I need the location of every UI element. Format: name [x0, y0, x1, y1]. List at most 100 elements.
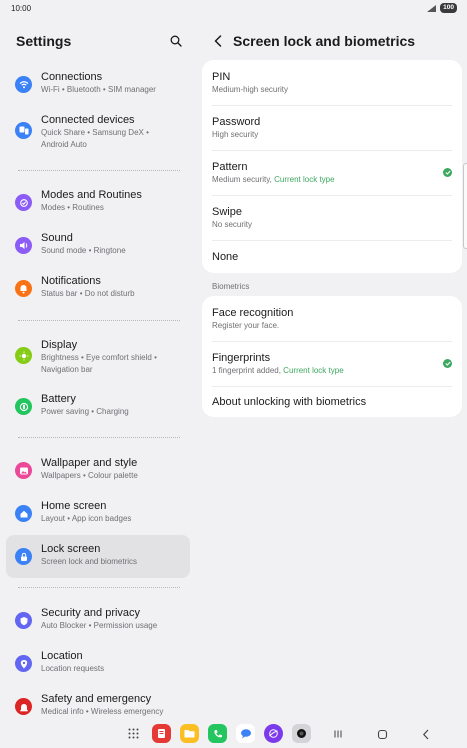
settings-item-sub: Navigation bar [41, 365, 93, 374]
detail-header: Screen lock and biometrics [211, 32, 415, 50]
settings-item-label: Notifications [41, 275, 101, 287]
settings-item-wallpaper[interactable]: Wallpaper and style Wallpapers • Colour … [6, 456, 190, 482]
settings-item-sub: Power saving • Charging [41, 407, 129, 416]
back-button[interactable] [211, 32, 225, 50]
lock-option-pin[interactable]: PIN Medium-high security [202, 60, 462, 105]
settings-item-sub: Auto Blocker • Permission usage [41, 621, 158, 630]
lock-icon [15, 548, 32, 565]
settings-item-sub: Wi-Fi • Bluetooth • SIM manager [41, 85, 156, 94]
bell-icon [15, 280, 32, 297]
detail-pane: Screen lock and biometrics PIN Medium-hi… [201, 20, 463, 720]
divider [18, 170, 180, 171]
my-files-icon[interactable] [180, 724, 199, 743]
messages-icon[interactable] [236, 724, 255, 743]
phone-icon[interactable] [208, 724, 227, 743]
biometric-fingerprints[interactable]: Fingerprints 1 fingerprint added, Curren… [202, 341, 462, 386]
settings-item-sub: Android Auto [41, 140, 87, 149]
search-button[interactable] [167, 32, 185, 50]
option-sub: Register your face. [212, 321, 280, 330]
option-label: None [212, 250, 239, 263]
edge-panel-handle[interactable] [463, 163, 467, 249]
internet-icon[interactable] [264, 724, 283, 743]
settings-item-connected-devices[interactable]: Connected devices Quick Share • Samsung … [6, 113, 190, 151]
taskbar [0, 720, 467, 748]
settings-item-lock-screen[interactable]: Lock screen Screen lock and biometrics [6, 535, 190, 578]
settings-pane: Settings Connections Wi-Fi • Bluetooth •… [0, 20, 197, 720]
settings-item-label: Connected devices [41, 114, 135, 126]
settings-item-label: Security and privacy [41, 607, 141, 619]
settings-item-sub: Location requests [41, 664, 105, 673]
settings-item-battery[interactable]: Battery Power saving • Charging [6, 392, 190, 418]
apps-grid-icon[interactable] [124, 724, 143, 743]
flip-notes-icon[interactable] [152, 724, 171, 743]
settings-item-label: Modes and Routines [41, 189, 142, 201]
settings-item-display[interactable]: Display Brightness • Eye comfort shield … [6, 338, 190, 376]
settings-item-modes-routines[interactable]: Modes and Routines Modes • Routines [6, 188, 190, 214]
battery-indicator: 100 [440, 3, 457, 13]
settings-item-label: Sound [41, 232, 73, 244]
option-label: Face recognition [212, 307, 294, 319]
settings-item-label: Location [41, 650, 83, 662]
biometrics-card: Face recognition Register your face. Fin… [202, 296, 462, 417]
option-sub: 1 fingerprint added, Current lock type [212, 365, 344, 376]
lock-option-pattern[interactable]: Pattern Medium security, Current lock ty… [202, 150, 462, 195]
sound-icon [15, 237, 32, 254]
settings-item-sound[interactable]: Sound Sound mode • Ringtone [6, 231, 190, 257]
settings-item-sub: Status bar • Do not disturb [41, 289, 135, 298]
settings-item-sub: Quick Share • Samsung DeX • [41, 128, 149, 137]
devices-icon [15, 122, 32, 139]
settings-item-sub: Layout • App icon badges [41, 514, 132, 523]
lock-option-swipe[interactable]: Swipe No security [202, 195, 462, 240]
settings-item-notifications[interactable]: Notifications Status bar • Do not distur… [6, 274, 190, 300]
settings-item-location[interactable]: Location Location requests [6, 649, 190, 675]
settings-item-label: Safety and emergency [41, 693, 152, 705]
settings-item-home-screen[interactable]: Home screen Layout • App icon badges [6, 499, 190, 525]
divider [18, 587, 180, 588]
option-label: Pattern [212, 161, 248, 173]
camera-icon[interactable] [292, 724, 311, 743]
current-lock-type-label: Current lock type [283, 366, 344, 375]
option-sub: No security [212, 220, 253, 229]
biometric-face-recognition[interactable]: Face recognition Register your face. [202, 296, 462, 341]
check-icon [443, 359, 452, 368]
emergency-icon [15, 698, 32, 715]
settings-item-security[interactable]: Security and privacy Auto Blocker • Perm… [6, 606, 190, 632]
settings-item-sub: Modes • Routines [41, 203, 104, 212]
settings-item-sub: Sound mode • Ringtone [41, 246, 126, 255]
lock-option-none[interactable]: None [202, 240, 462, 273]
sun-icon [15, 347, 32, 364]
settings-item-sub: Wallpapers • Colour palette [41, 471, 138, 480]
settings-item-label: Display [41, 339, 78, 351]
option-label: Password [212, 116, 261, 128]
recents-icon[interactable] [330, 726, 346, 742]
current-lock-type-label: Current lock type [274, 175, 335, 184]
back-nav-icon[interactable] [418, 726, 434, 742]
home-nav-icon[interactable] [374, 726, 390, 742]
status-bar: 10:00 100 [0, 0, 467, 16]
settings-item-connections[interactable]: Connections Wi-Fi • Bluetooth • SIM mana… [6, 70, 190, 96]
status-icons: 100 [427, 3, 457, 13]
settings-header: Settings [16, 32, 185, 50]
about-biometrics-link[interactable]: About unlocking with biometrics [202, 386, 462, 417]
option-sub: High security [212, 130, 259, 139]
home-icon [15, 505, 32, 522]
option-sub-text: Medium security, [212, 175, 275, 184]
shield-icon [15, 612, 32, 629]
signal-icon [427, 4, 437, 12]
option-sub: Medium-high security [212, 85, 289, 94]
settings-item-label: Wallpaper and style [41, 457, 138, 469]
option-label: Fingerprints [212, 352, 271, 364]
lock-option-password[interactable]: Password High security [202, 105, 462, 150]
settings-item-sub: Medical info • Wireless emergency [41, 707, 164, 716]
settings-item-label: Lock screen [41, 543, 101, 555]
wifi-icon [15, 76, 32, 93]
wallpaper-icon [15, 462, 32, 479]
option-label: Swipe [212, 206, 242, 218]
settings-item-safety-emergency[interactable]: Safety and emergency Medical info • Wire… [6, 692, 190, 718]
divider [18, 320, 180, 321]
settings-item-label: Battery [41, 393, 76, 405]
option-label: PIN [212, 71, 231, 83]
option-sub: Medium security, Current lock type [212, 174, 335, 185]
settings-item-sub: Screen lock and biometrics [41, 557, 138, 566]
check-icon [443, 168, 452, 177]
